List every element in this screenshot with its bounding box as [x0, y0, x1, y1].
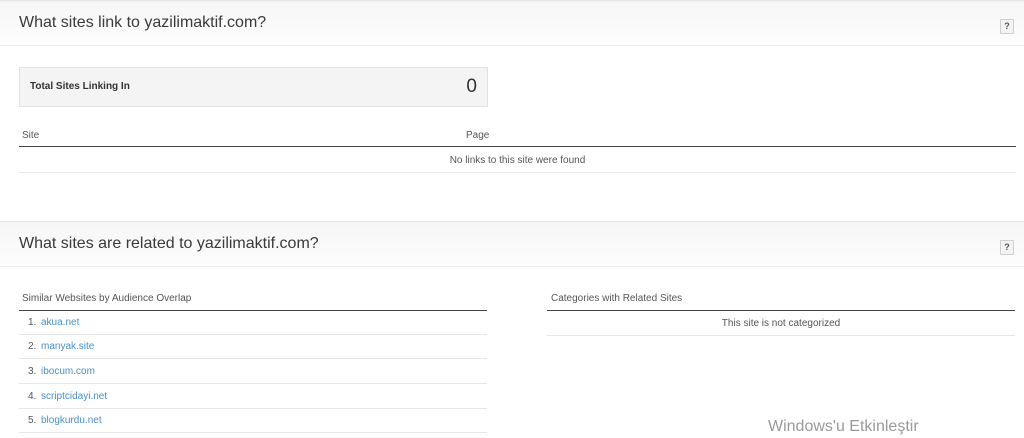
categories-heading: Categories with Related Sites [551, 293, 683, 304]
total-sites-linking-value: 0 [466, 76, 477, 97]
total-sites-linking-box: Total Sites Linking In 0 [19, 67, 488, 107]
similar-site-link[interactable]: blogkurdu.net [41, 415, 102, 426]
related-section-title: What sites are related to yazilimaktif.c… [19, 235, 319, 252]
similar-site-link[interactable]: manyak.site [41, 341, 94, 352]
column-header-site: Site [22, 130, 40, 141]
categories-bottom-rule [547, 335, 1015, 336]
similar-site-link[interactable]: akua.net [41, 317, 79, 328]
links-section-header: What sites link to yazilimaktif.com? ? [0, 0, 1024, 46]
list-item-number: 5. [28, 415, 37, 426]
links-section-title: What sites link to yazilimaktif.com? [19, 14, 267, 31]
page: What sites link to yazilimaktif.com? ? T… [0, 0, 1024, 438]
list-item-number: 4. [28, 391, 37, 402]
list-item: 4. scriptcidayi.net [19, 385, 487, 409]
total-sites-linking-label: Total Sites Linking In [30, 81, 130, 92]
links-help-icon[interactable]: ? [1000, 19, 1014, 34]
list-item: 5. blogkurdu.net [19, 409, 487, 433]
list-item: 1. akua.net [19, 311, 487, 335]
no-links-message: No links to this site were found [449, 155, 586, 166]
list-item-number: 1. [28, 317, 37, 328]
not-categorized-message: This site is not categorized [721, 318, 841, 329]
similar-websites-heading: Similar Websites by Audience Overlap [22, 293, 192, 304]
related-help-icon[interactable]: ? [1000, 240, 1014, 255]
list-item: 2. manyak.site [19, 335, 487, 359]
similar-site-link[interactable]: scriptcidayi.net [41, 391, 107, 402]
links-table-bottom-rule [19, 172, 1016, 173]
related-section-header: What sites are related to yazilimaktif.c… [0, 221, 1024, 267]
list-item-number: 2. [28, 341, 37, 352]
list-item: 3. ibocum.com [19, 360, 487, 384]
similar-site-link[interactable]: ibocum.com [41, 366, 95, 377]
column-header-page: Page [466, 130, 490, 141]
links-table-header-rule [19, 146, 1016, 147]
categories-rule [547, 310, 1015, 311]
windows-activation-watermark: Windows'u Etkinleştir [768, 418, 919, 435]
list-item-number: 3. [28, 366, 37, 377]
